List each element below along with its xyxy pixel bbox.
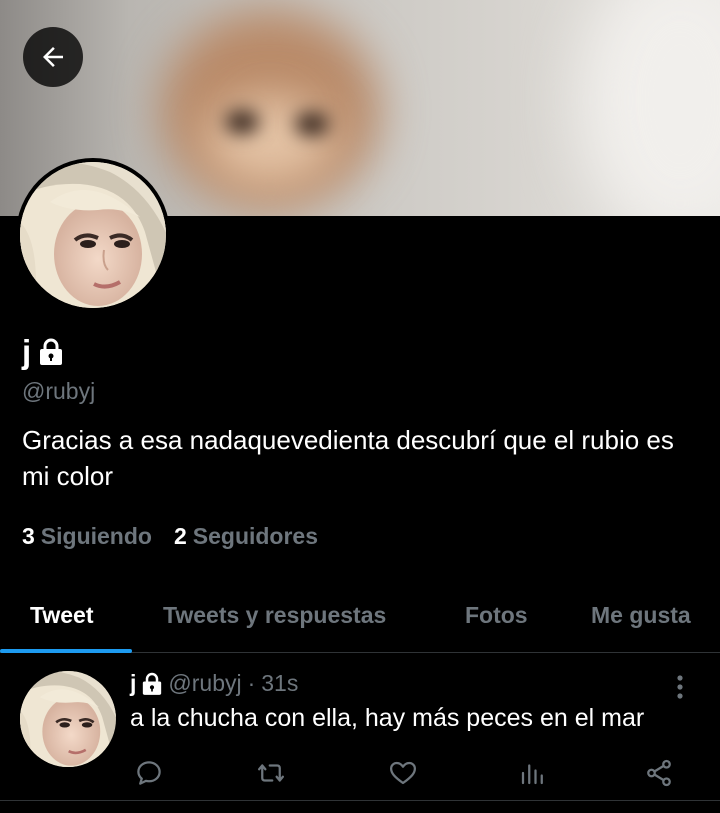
heart-icon — [390, 761, 416, 785]
profile-tabs: Tweet Tweets y respuestas Fotos Me gusta — [0, 580, 720, 654]
tweet-author-handle[interactable]: @rubyj — [168, 670, 241, 697]
reply-button[interactable] — [134, 758, 164, 788]
tab-photos[interactable]: Fotos — [465, 580, 528, 650]
profile-handle: @rubyj — [22, 378, 96, 404]
followers-label: Seguidores — [192, 523, 319, 549]
tweet-more-button[interactable] — [668, 674, 692, 700]
banner-cat-eye-right — [295, 112, 329, 136]
analytics-button[interactable] — [518, 758, 548, 788]
following-link[interactable]: 3 Siguiendo — [22, 523, 152, 550]
banner-cat-eye-left — [225, 110, 259, 134]
share-button[interactable] — [644, 758, 674, 788]
profile-bio: Gracias a esa nadaquevedienta descubrí q… — [22, 425, 674, 491]
retweet-icon — [258, 764, 284, 782]
followers-count: 2 — [173, 523, 187, 549]
avatar-photo — [20, 162, 166, 308]
tweet-header: j @rubyj · 31s — [130, 670, 298, 697]
tweet-separator: · — [247, 670, 256, 696]
tweet-avatar[interactable] — [20, 671, 116, 767]
followers-link[interactable]: 2 Seguidores — [174, 523, 318, 550]
follow-stats: 3 Siguiendo 2 Seguidores — [22, 523, 340, 550]
share-icon — [647, 759, 671, 787]
more-vertical-icon — [677, 675, 683, 699]
back-button[interactable] — [23, 27, 83, 87]
following-label: Siguiendo — [40, 523, 152, 549]
tweet-divider — [0, 800, 720, 801]
tweet-author-name[interactable]: j — [130, 670, 136, 697]
tab-likes[interactable]: Me gusta — [591, 580, 691, 650]
retweet-button[interactable] — [256, 758, 286, 788]
reply-icon — [137, 761, 161, 785]
arrow-left-icon — [43, 47, 63, 67]
following-count: 3 — [22, 523, 35, 549]
tweet-text: a la chucha con ella, hay más peces en e… — [130, 704, 645, 732]
banner-light-blur — [580, 0, 720, 216]
lock-icon — [40, 338, 63, 365]
profile-name-row: j — [22, 332, 63, 372]
banner-cat-face-blur — [205, 95, 335, 185]
tab-tweets-and-replies[interactable]: Tweets y respuestas — [163, 580, 386, 650]
analytics-icon — [521, 764, 543, 785]
active-tab-indicator — [0, 649, 132, 653]
tab-tweets[interactable]: Tweet — [30, 580, 93, 650]
profile-display-name: j — [22, 333, 32, 370]
profile-avatar[interactable] — [16, 158, 170, 312]
like-button[interactable] — [388, 758, 418, 788]
lock-icon — [143, 672, 162, 695]
tweet-timestamp[interactable]: 31s — [261, 670, 298, 697]
